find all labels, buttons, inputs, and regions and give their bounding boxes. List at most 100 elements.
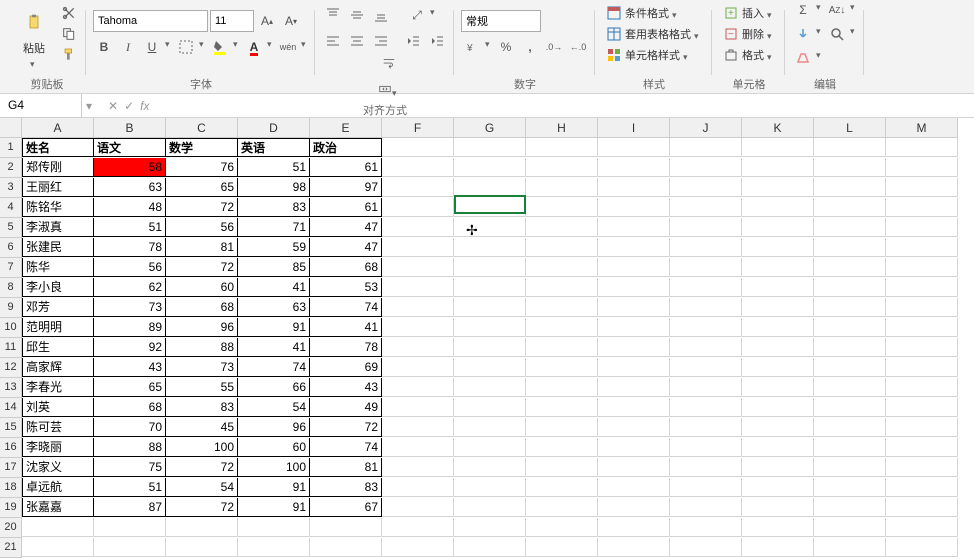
cell[interactable]: 62: [94, 278, 166, 297]
cell[interactable]: 张建民: [22, 238, 94, 257]
orientation-button[interactable]: ⤢: [406, 4, 428, 26]
cell[interactable]: [598, 258, 670, 277]
cell[interactable]: [670, 498, 742, 517]
increase-font-button[interactable]: A▴: [256, 10, 278, 32]
row-header[interactable]: 4: [0, 198, 22, 218]
cell[interactable]: [670, 178, 742, 197]
cell[interactable]: [454, 178, 526, 197]
column-header[interactable]: H: [526, 118, 598, 138]
cell[interactable]: 数学: [166, 138, 238, 157]
cell[interactable]: 70: [94, 418, 166, 437]
cell[interactable]: [814, 198, 886, 217]
cell[interactable]: 41: [310, 318, 382, 337]
cell[interactable]: [742, 458, 814, 477]
cell[interactable]: [454, 418, 526, 437]
cell[interactable]: [454, 278, 526, 297]
cell[interactable]: [382, 218, 454, 237]
cell[interactable]: [814, 158, 886, 177]
row-header[interactable]: 9: [0, 298, 22, 318]
cell[interactable]: 96: [166, 318, 238, 337]
cell[interactable]: [670, 238, 742, 257]
cell[interactable]: [670, 398, 742, 417]
cell[interactable]: 100: [238, 458, 310, 477]
cell[interactable]: [382, 538, 454, 557]
cell[interactable]: [670, 358, 742, 377]
cell[interactable]: 73: [166, 358, 238, 377]
cell[interactable]: [526, 438, 598, 457]
cell[interactable]: [454, 498, 526, 517]
cell[interactable]: [526, 338, 598, 357]
cell[interactable]: [454, 238, 526, 257]
cell[interactable]: [598, 518, 670, 537]
cell[interactable]: 61: [310, 158, 382, 177]
cell[interactable]: [166, 518, 238, 537]
row-header[interactable]: 7: [0, 258, 22, 278]
cell[interactable]: 51: [94, 218, 166, 237]
cell[interactable]: [598, 398, 670, 417]
row-header[interactable]: 20: [0, 518, 22, 538]
cell[interactable]: [526, 418, 598, 437]
cell[interactable]: [166, 538, 238, 557]
cell[interactable]: 48: [94, 198, 166, 217]
cell[interactable]: [670, 438, 742, 457]
cell[interactable]: 91: [238, 498, 310, 517]
align-right-button[interactable]: [370, 30, 392, 52]
cell[interactable]: [886, 338, 958, 357]
cell[interactable]: 60: [166, 278, 238, 297]
cut-button[interactable]: [58, 4, 80, 23]
cell[interactable]: [742, 238, 814, 257]
cell[interactable]: 65: [166, 178, 238, 197]
cell[interactable]: [526, 358, 598, 377]
cell[interactable]: [886, 158, 958, 177]
cell[interactable]: [742, 398, 814, 417]
cell[interactable]: [814, 258, 886, 277]
cell[interactable]: [526, 138, 598, 157]
cell[interactable]: 53: [310, 278, 382, 297]
cell[interactable]: [382, 138, 454, 157]
row-header[interactable]: 21: [0, 538, 22, 558]
cell[interactable]: 王丽红: [22, 178, 94, 197]
cell[interactable]: [526, 318, 598, 337]
cell[interactable]: [670, 538, 742, 557]
cell[interactable]: [670, 418, 742, 437]
cell[interactable]: 陈可芸: [22, 418, 94, 437]
cell[interactable]: [526, 498, 598, 517]
cell[interactable]: 45: [166, 418, 238, 437]
increase-indent-button[interactable]: [426, 30, 448, 52]
cell[interactable]: 56: [166, 218, 238, 237]
cell[interactable]: [598, 438, 670, 457]
cell[interactable]: 76: [166, 158, 238, 177]
copy-button[interactable]: [58, 25, 80, 44]
cell[interactable]: 刘英: [22, 398, 94, 417]
cell[interactable]: [742, 418, 814, 437]
cell[interactable]: 71: [238, 218, 310, 237]
cell[interactable]: [454, 458, 526, 477]
cell[interactable]: 68: [310, 258, 382, 277]
cell[interactable]: [454, 318, 526, 337]
cell[interactable]: [454, 378, 526, 397]
cell[interactable]: 83: [238, 198, 310, 217]
cell[interactable]: [742, 338, 814, 357]
cell[interactable]: 41: [238, 278, 310, 297]
cell[interactable]: [814, 418, 886, 437]
cell[interactable]: [814, 398, 886, 417]
row-header[interactable]: 12: [0, 358, 22, 378]
font-color-button[interactable]: A: [243, 36, 265, 58]
cell[interactable]: [886, 318, 958, 337]
cell[interactable]: [670, 458, 742, 477]
cell[interactable]: [742, 518, 814, 537]
cell[interactable]: [886, 418, 958, 437]
cell[interactable]: [814, 518, 886, 537]
autosum-button[interactable]: Σ: [792, 0, 814, 21]
cell[interactable]: [454, 438, 526, 457]
cell[interactable]: [886, 278, 958, 297]
row-header[interactable]: 5: [0, 218, 22, 238]
format-painter-button[interactable]: [58, 45, 80, 64]
cell[interactable]: 78: [94, 238, 166, 257]
cell[interactable]: [454, 358, 526, 377]
cell[interactable]: [886, 438, 958, 457]
decrease-indent-button[interactable]: [402, 30, 424, 52]
cell[interactable]: [382, 238, 454, 257]
cell[interactable]: 李春光: [22, 378, 94, 397]
cell[interactable]: [382, 338, 454, 357]
